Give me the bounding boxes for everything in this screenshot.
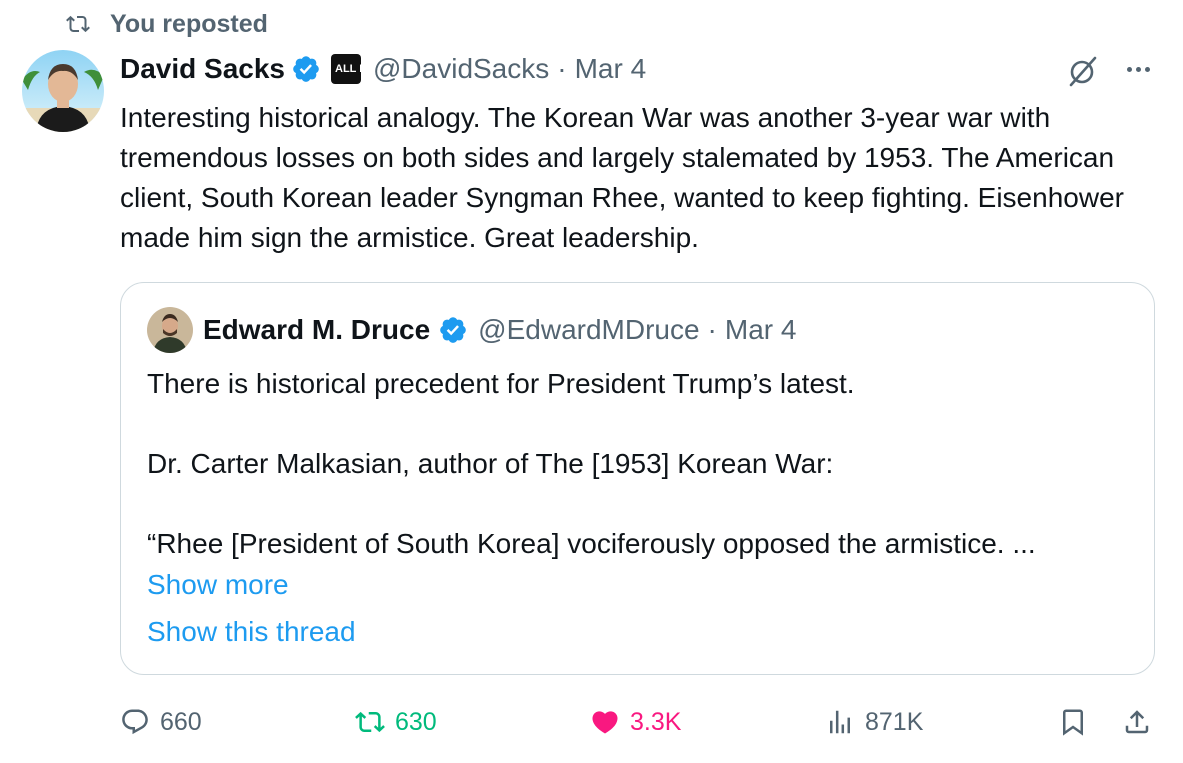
quoted-author-name[interactable]: Edward M. Druce xyxy=(203,314,430,346)
separator-dot: · xyxy=(557,53,567,84)
author-name[interactable]: David Sacks xyxy=(120,53,285,85)
views-icon xyxy=(830,710,850,734)
verified-badge-icon[interactable] xyxy=(291,54,321,84)
affiliate-badge[interactable]: ALL IN xyxy=(331,54,371,84)
tweet-header: David Sacks ALL IN @DavidSacks · Mar 4 xyxy=(120,50,646,88)
repost-count: 630 xyxy=(395,707,437,736)
separator-dot: · xyxy=(707,314,717,345)
quoted-author-avatar[interactable] xyxy=(147,307,193,353)
quoted-author-handle[interactable]: @EdwardMDruce xyxy=(478,314,699,346)
share-icon xyxy=(1125,710,1149,734)
quoted-text-line: There is historical precedent for Presid… xyxy=(147,368,855,399)
like-count: 3.3K xyxy=(630,707,682,736)
heart-icon xyxy=(592,711,618,734)
tweet-text: Interesting historical analogy. The Kore… xyxy=(120,102,1124,253)
quoted-tweet-header: Edward M. Druce @EdwardMDruce · Mar 4 xyxy=(203,311,796,349)
more-options-icon[interactable] xyxy=(1118,52,1158,86)
quoted-text-line: Dr. Carter Malkasian, author of The [195… xyxy=(147,448,834,479)
author-handle[interactable]: @DavidSacks xyxy=(373,53,549,85)
like-button[interactable]: 3.3K xyxy=(590,700,681,744)
author-avatar[interactable] xyxy=(22,50,104,132)
repost-button[interactable]: 630 xyxy=(355,700,437,744)
quoted-tweet-text: There is historical precedent for Presid… xyxy=(147,364,1137,564)
views-count: 871K xyxy=(865,707,924,736)
reply-count: 660 xyxy=(160,707,202,736)
views-button[interactable]: 871K xyxy=(825,700,923,744)
repost-label: You reposted xyxy=(110,9,268,38)
quoted-tweet-date[interactable]: Mar 4 xyxy=(725,314,797,346)
repost-icon xyxy=(355,711,385,733)
quoted-text-line: “Rhee [President of South Korea] vocifer… xyxy=(147,528,1036,559)
show-more-link[interactable]: Show more xyxy=(147,565,289,605)
repost-icon xyxy=(66,15,90,33)
quoted-tweet-card[interactable]: Edward M. Druce @EdwardMDruce · Mar 4 Th… xyxy=(120,282,1155,675)
repost-indicator: You reposted xyxy=(66,8,268,40)
bookmark-icon xyxy=(1063,709,1083,736)
reply-button[interactable]: 660 xyxy=(120,700,202,744)
show-thread-link[interactable]: Show this thread xyxy=(147,612,356,652)
action-bar: 660 630 3.3K 871K xyxy=(0,700,1183,744)
grok-icon[interactable] xyxy=(1066,54,1100,88)
verified-badge-icon[interactable] xyxy=(438,315,468,345)
reply-icon xyxy=(122,709,148,735)
tweet-date[interactable]: Mar 4 xyxy=(575,53,647,85)
affiliate-badge-text: ALL IN xyxy=(335,62,371,75)
bookmark-button[interactable] xyxy=(1058,700,1098,744)
share-button[interactable] xyxy=(1122,700,1162,744)
